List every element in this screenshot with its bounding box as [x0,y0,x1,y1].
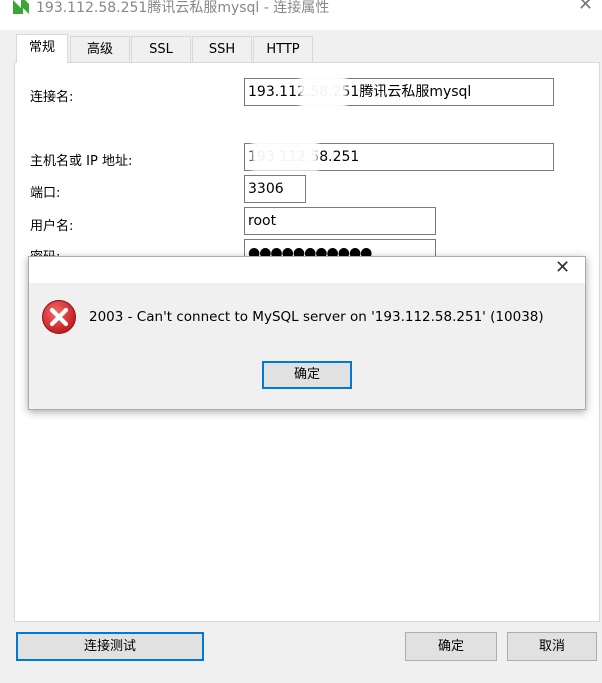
tab-general[interactable]: 常规 [16,34,68,63]
port-label: 端口: [30,186,61,201]
window-titlebar: 193.112.58.251腾讯云私服mysql - 连接属性 ✕ [0,0,602,30]
cancel-button[interactable]: 取消 [507,632,597,661]
ok-button[interactable]: 确定 [405,632,497,661]
redaction-blur [252,132,318,172]
tab-http[interactable]: HTTP [253,36,313,62]
error-message: 2003 - Can't connect to MySQL server on … [89,309,544,325]
redaction-blur [300,72,346,116]
host-label: 主机名或 IP 地址: [30,154,133,169]
navicat-logo-icon [10,0,32,16]
window-close-icon[interactable]: ✕ [578,0,593,14]
error-dialog: ✕ 2003 - Can't connect to MySQL server o… [28,256,586,410]
window-title: 193.112.58.251腾讯云私服mysql - 连接属性 [36,0,330,16]
tab-ssh[interactable]: SSH [192,36,252,62]
connection-name-label: 连接名: [30,90,74,105]
error-dialog-titlebar [29,257,585,283]
tab-ssl[interactable]: SSL [131,36,191,62]
tab-advanced[interactable]: 高级 [70,36,130,62]
test-connection-button[interactable]: 连接测试 [16,632,204,661]
error-icon [42,300,76,334]
username-label: 用户名: [30,219,74,234]
error-ok-button[interactable]: 确定 [262,361,352,389]
port-input[interactable]: 3306 [244,175,306,203]
connection-name-input[interactable]: 193.112.58.251腾讯云私服mysql [244,78,554,106]
error-close-icon[interactable]: ✕ [555,257,570,278]
username-input[interactable]: root [244,207,436,235]
